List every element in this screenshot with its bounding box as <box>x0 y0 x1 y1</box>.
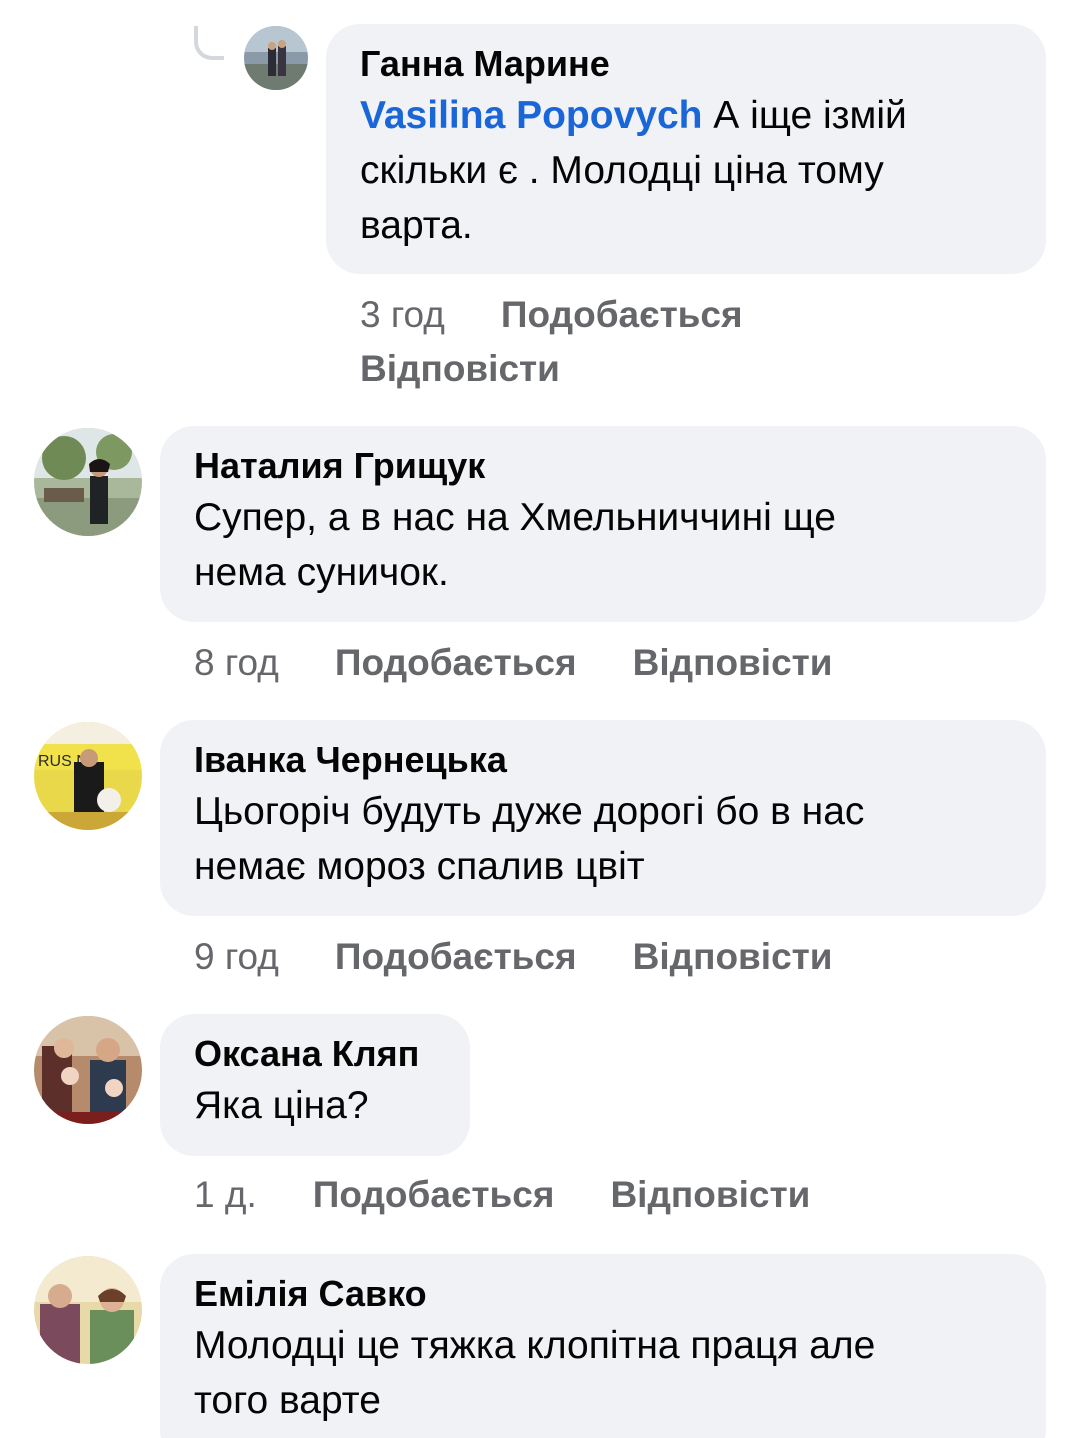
comment-text: Яка ціна? <box>194 1078 436 1133</box>
like-button[interactable]: Подобається <box>335 936 577 977</box>
comment-text-line: немає мороз спалив цвіт <box>194 845 645 888</box>
comment-actions: 9 год Подобається Відповісти <box>194 930 833 984</box>
reply-button[interactable]: Відповісти <box>610 1174 810 1215</box>
reply-button[interactable]: Відповісти <box>633 936 833 977</box>
comment-text: Цьогоріч будуть дуже дорогі бо в нас нема… <box>194 784 1012 894</box>
comment-timestamp[interactable]: 8 год <box>194 642 279 683</box>
comment-bubble: Емілія Савко Молодці це тяжка клопітна п… <box>160 1254 1046 1438</box>
comment-bubble: Оксана Кляп Яка ціна? <box>160 1014 470 1156</box>
comment-timestamp[interactable]: 1 д. <box>194 1174 257 1215</box>
avatar[interactable] <box>34 1256 142 1364</box>
avatar[interactable]: RUS NA <box>34 722 142 830</box>
comment-text-line: Молодці це тяжка клопітна праця але <box>194 1324 876 1367</box>
comment-text-line: Супер, а в нас на Хмельниччині ще <box>194 496 836 539</box>
comment-text-line: того варте <box>194 1379 381 1422</box>
comment-timestamp[interactable]: 3 год <box>360 294 445 335</box>
comment-actions: 3 год Подобається <box>360 288 743 342</box>
comment-author[interactable]: Іванка Чернецька <box>194 738 1012 782</box>
mention-link[interactable]: Vasilina Popovych <box>360 94 702 137</box>
reply-button[interactable]: Відповісти <box>360 348 560 389</box>
avatar[interactable] <box>34 1016 142 1124</box>
comment-author[interactable]: Оксана Кляп <box>194 1032 436 1076</box>
avatar[interactable] <box>244 26 308 90</box>
comment-text-line: Яка ціна? <box>194 1084 369 1127</box>
comment-text-line: варта. <box>360 204 473 247</box>
comment-text-line: скільки є . Молодці ціна тому <box>360 149 884 192</box>
reply-button[interactable]: Відповісти <box>633 642 833 683</box>
comment-author[interactable]: Наталия Грищук <box>194 444 1012 488</box>
comment-actions: 8 год Подобається Відповісти <box>194 636 833 690</box>
comment-text-line: Цьогоріч будуть дуже дорогі бо в нас <box>194 790 865 833</box>
comment-text: Vasilina Popovych А іще ізмій скільки є .… <box>360 88 1012 253</box>
comment-bubble: Наталия Грищук Супер, а в нас на Хмельни… <box>160 426 1046 622</box>
comment-timestamp[interactable]: 9 год <box>194 936 279 977</box>
comment-bubble: Ганна Марине Vasilina Popovych А іще ізм… <box>326 24 1046 274</box>
like-button[interactable]: Подобається <box>335 642 577 683</box>
comment-text-line: А іще ізмій <box>702 94 907 137</box>
like-button[interactable]: Подобається <box>313 1174 555 1215</box>
comment-actions: 1 д. Подобається Відповісти <box>194 1168 810 1222</box>
comment-text: Супер, а в нас на Хмельниччині ще нема су… <box>194 490 1012 600</box>
comment-author[interactable]: Ганна Марине <box>360 42 1012 86</box>
reply-thread-line <box>194 26 224 60</box>
like-button[interactable]: Подобається <box>501 294 743 335</box>
avatar[interactable] <box>34 428 142 536</box>
comment-text-line: нема суничок. <box>194 551 449 594</box>
comment-author[interactable]: Емілія Савко <box>194 1272 1012 1316</box>
comment-bubble: Іванка Чернецька Цьогоріч будуть дуже до… <box>160 720 1046 916</box>
comment-text: Молодці це тяжка клопітна праця але того … <box>194 1318 1012 1428</box>
comment-actions-row2: Відповісти <box>360 342 560 396</box>
comments-thread: Ганна Марине Vasilina Popovych А іще ізм… <box>0 0 1080 1438</box>
